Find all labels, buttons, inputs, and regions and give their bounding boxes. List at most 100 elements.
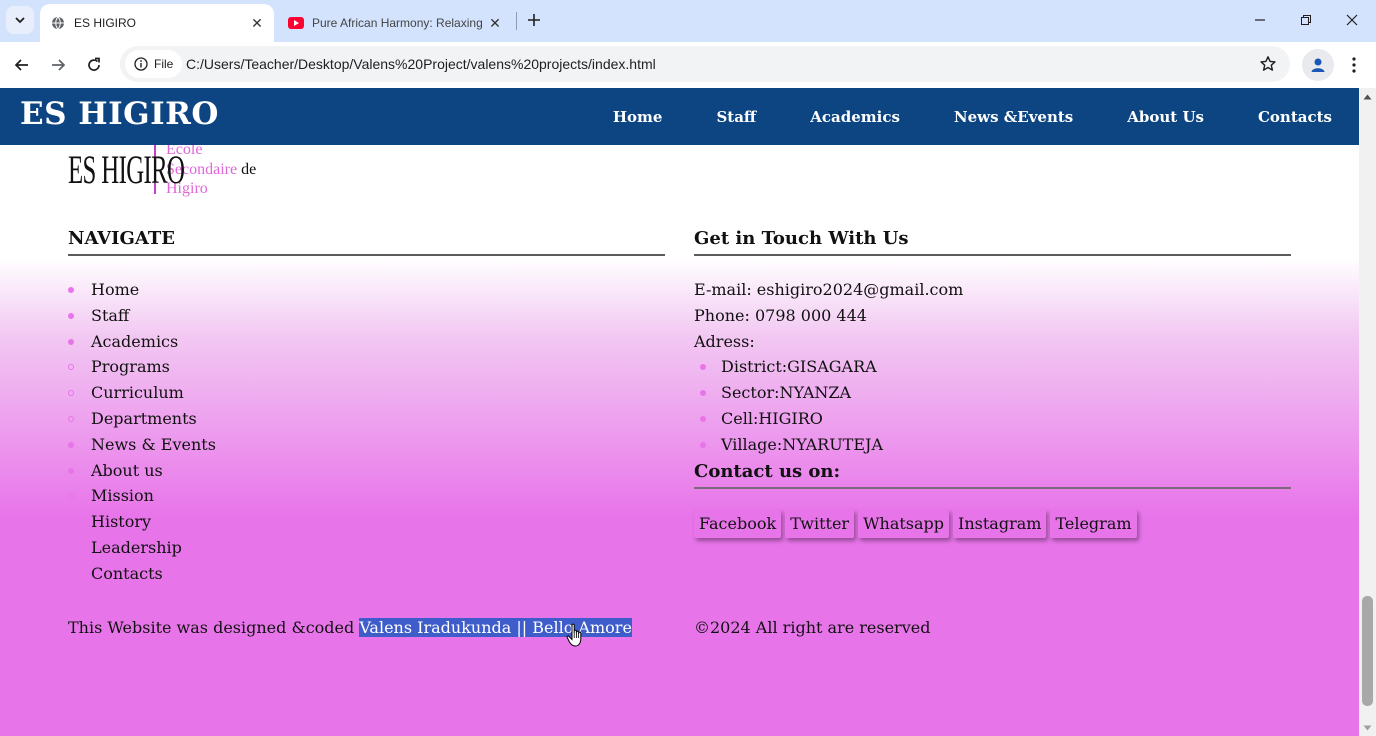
browser-menu-button[interactable] bbox=[1342, 50, 1366, 80]
footer-link-about-us[interactable]: About us bbox=[91, 461, 163, 480]
nav-news-events[interactable]: News &Events bbox=[927, 108, 1100, 126]
social-buttons: Facebook Twitter Whatsapp Instagram Tele… bbox=[694, 508, 1291, 538]
footer-link-departments[interactable]: Departments bbox=[91, 409, 197, 428]
address-village: Village:NYARUTEJA bbox=[721, 434, 883, 454]
close-tab-icon[interactable]: ✕ bbox=[246, 12, 268, 34]
footer-link-academics[interactable]: Academics bbox=[91, 332, 178, 351]
bullet-icon bbox=[700, 441, 706, 448]
list-item: News & Events bbox=[68, 432, 665, 458]
forward-button[interactable] bbox=[43, 50, 73, 80]
nav-home[interactable]: Home bbox=[586, 108, 690, 126]
minimize-button[interactable] bbox=[1237, 4, 1283, 36]
site-info-chip[interactable]: File bbox=[125, 50, 183, 78]
scroll-down-arrow-icon[interactable] bbox=[1359, 719, 1376, 736]
main-nav: Home Staff Academics News &Events About … bbox=[586, 88, 1359, 145]
site-chip-label: File bbox=[154, 57, 174, 71]
arrow-right-icon bbox=[52, 59, 66, 71]
footer-link-programs[interactable]: Programs bbox=[91, 357, 170, 376]
scroll-up-arrow-icon[interactable] bbox=[1359, 88, 1376, 105]
list-item: District:GISAGARA bbox=[694, 354, 1291, 380]
contact-section: Get in Touch With Us E-mail: eshigiro202… bbox=[694, 228, 1291, 538]
tab-search-button[interactable] bbox=[6, 6, 34, 34]
contact-details: E-mail: eshigiro2024@gmail.com Phone: 07… bbox=[694, 277, 1291, 458]
list-item: Home bbox=[68, 277, 665, 303]
facebook-button[interactable]: Facebook bbox=[694, 508, 782, 538]
person-icon bbox=[1311, 58, 1325, 72]
address-bar[interactable]: File C:/Users/Teacher/Desktop/Valens%20P… bbox=[120, 46, 1290, 82]
reload-icon bbox=[88, 57, 100, 71]
restore-button[interactable] bbox=[1283, 4, 1329, 36]
nav-staff[interactable]: Staff bbox=[689, 108, 783, 126]
list-item: Academics bbox=[68, 329, 665, 355]
close-icon bbox=[1346, 14, 1358, 26]
credits-prefix: This Website was designed &coded bbox=[68, 618, 360, 637]
back-button[interactable] bbox=[7, 50, 37, 80]
footer-link-leadership[interactable]: Leadership bbox=[91, 538, 182, 557]
contact-us-on-heading: Contact us on: bbox=[694, 461, 1291, 489]
whatsapp-button[interactable]: Whatsapp bbox=[858, 508, 950, 538]
navigate-heading: NAVIGATE bbox=[68, 228, 665, 256]
footer-link-contacts[interactable]: Contacts bbox=[91, 564, 163, 583]
nav-academics[interactable]: Academics bbox=[783, 108, 927, 126]
footer-link-home[interactable]: Home bbox=[91, 280, 139, 299]
url-text[interactable]: C:/Users/Teacher/Desktop/Valens%20Projec… bbox=[186, 56, 656, 72]
address-sector: Sector:NYANZA bbox=[721, 383, 852, 403]
close-tab-icon[interactable]: ✕ bbox=[484, 12, 506, 34]
profile-avatar[interactable] bbox=[1302, 49, 1334, 81]
site-header: ES HIGIRO Home Staff Academics News &Eve… bbox=[0, 88, 1359, 145]
logo-line-2-suffix: de bbox=[241, 160, 257, 178]
bullet-icon bbox=[68, 312, 74, 319]
footer-link-staff[interactable]: Staff bbox=[91, 306, 129, 325]
bullet-icon bbox=[700, 364, 706, 371]
footer-logo: ES HIGIRO Ecole Secondaire de Higiro bbox=[68, 140, 257, 197]
nav-about-us[interactable]: About Us bbox=[1100, 108, 1231, 126]
list-item: Staff bbox=[68, 303, 665, 329]
tab-youtube[interactable]: Pure African Harmony: Relaxing ✕ bbox=[282, 4, 512, 42]
footer-link-history[interactable]: History bbox=[91, 512, 151, 531]
bullet-icon bbox=[68, 441, 74, 448]
telegram-button[interactable]: Telegram bbox=[1050, 508, 1137, 538]
footer-link-curriculum[interactable]: Curriculum bbox=[91, 383, 184, 402]
hand-pointer-icon bbox=[566, 623, 582, 647]
new-tab-button[interactable] bbox=[522, 8, 546, 32]
close-window-button[interactable] bbox=[1329, 4, 1375, 36]
list-item: Cell:HIGIRO bbox=[694, 406, 1291, 432]
globe-icon bbox=[50, 15, 66, 31]
list-item: Contacts bbox=[68, 561, 665, 587]
list-item: Sector:NYANZA bbox=[694, 380, 1291, 406]
instagram-button[interactable]: Instagram bbox=[953, 508, 1047, 538]
circle-bullet-icon bbox=[68, 390, 74, 397]
bullet-icon bbox=[700, 415, 706, 422]
twitter-button[interactable]: Twitter bbox=[785, 508, 855, 538]
list-item: Mission bbox=[68, 483, 665, 509]
bookmark-star-icon[interactable] bbox=[1258, 54, 1278, 74]
credits-text: This Website was designed &coded Valens … bbox=[68, 618, 632, 637]
bullet-icon bbox=[68, 467, 74, 474]
footer-link-mission[interactable]: Mission bbox=[91, 486, 154, 505]
page-scrollbar[interactable] bbox=[1359, 88, 1376, 736]
circle-bullet-icon bbox=[68, 493, 74, 500]
phone-line: Phone: 0798 000 444 bbox=[694, 305, 867, 325]
list-item: About us bbox=[68, 458, 665, 484]
page-viewport: ES HIGIRO Home Staff Academics News &Eve… bbox=[0, 88, 1359, 736]
list-item: History bbox=[68, 509, 665, 535]
site-brand[interactable]: ES HIGIRO bbox=[20, 96, 219, 132]
bullet-icon bbox=[700, 390, 706, 397]
list-item: Curriculum bbox=[68, 380, 665, 406]
navigate-list: Home Staff Academics Programs Curriculum… bbox=[68, 277, 665, 587]
credits-names-selected[interactable]: Valens Iradukunda || Bello Amore bbox=[359, 618, 632, 637]
tab-es-higiro[interactable]: ES HIGIRO ✕ bbox=[40, 4, 274, 42]
browser-toolbar: File C:/Users/Teacher/Desktop/Valens%20P… bbox=[0, 42, 1376, 88]
copyright-text: ©2024 All right are reserved bbox=[694, 618, 931, 637]
tab-title: Pure African Harmony: Relaxing bbox=[312, 16, 483, 30]
restore-icon bbox=[1301, 15, 1311, 25]
scrollbar-thumb[interactable] bbox=[1362, 596, 1373, 706]
circle-bullet-icon bbox=[68, 415, 74, 422]
nav-contacts[interactable]: Contacts bbox=[1231, 108, 1359, 126]
list-item: Leadership bbox=[68, 535, 665, 561]
list-item: Departments bbox=[68, 406, 665, 432]
browser-tab-bar: ES HIGIRO ✕ Pure African Harmony: Relaxi… bbox=[0, 0, 1376, 42]
reload-button[interactable] bbox=[79, 50, 109, 80]
footer-link-news-events[interactable]: News & Events bbox=[91, 435, 216, 454]
list-item: Programs bbox=[68, 354, 665, 380]
